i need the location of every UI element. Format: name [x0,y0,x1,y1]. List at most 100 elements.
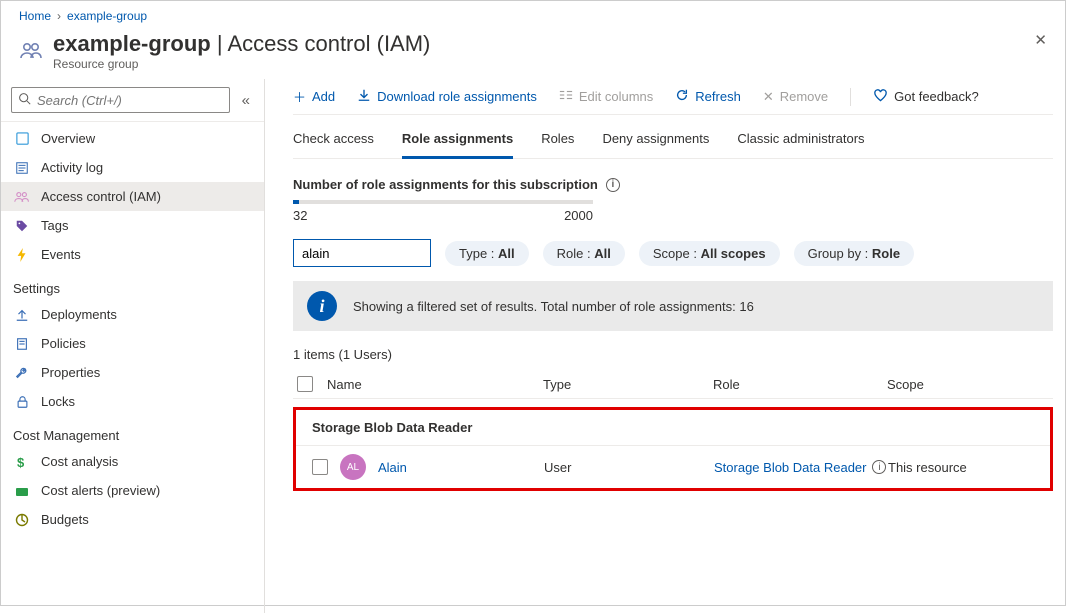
toolbar-separator [850,88,851,106]
columns-icon [559,89,573,104]
alert-icon [13,484,31,498]
sidebar-item-budgets[interactable]: Budgets [1,505,264,534]
title-section: Access control (IAM) [227,31,430,56]
btn-label: Edit columns [579,89,653,104]
download-icon [357,88,371,105]
sidebar-search-input[interactable] [37,93,223,108]
sidebar-item-activity-log[interactable]: Activity log [1,153,264,182]
count-min: 32 [293,208,307,223]
info-icon[interactable]: i [606,178,620,192]
sidebar: « Overview Activity log Access control (… [1,79,265,613]
filter-scope[interactable]: Scope : All scopes [639,241,780,266]
log-icon [13,161,31,175]
col-type[interactable]: Type [543,377,713,392]
sidebar-item-events[interactable]: Events [1,240,264,269]
plus-icon: ＋ [293,87,306,106]
nav-label: Locks [41,394,75,409]
nav-label: Events [41,247,81,262]
btn-label: Got feedback? [894,89,979,104]
sidebar-item-locks[interactable]: Locks [1,387,264,416]
items-summary: 1 items (1 Users) [293,331,1053,370]
info-banner: i Showing a filtered set of results. Tot… [293,281,1053,331]
row-checkbox[interactable] [312,459,328,475]
nav-label: Deployments [41,307,117,322]
count-max: 2000 [564,208,593,223]
collapse-sidebar-button[interactable]: « [238,92,254,109]
tab-deny-assignments[interactable]: Deny assignments [602,131,709,158]
count-title: Number of role assignments for this subs… [293,177,598,192]
assignment-count: Number of role assignments for this subs… [293,159,1053,233]
row-role-link[interactable]: Storage Blob Data Reader [714,460,866,475]
select-all-checkbox[interactable] [297,376,313,392]
role-group-header: Storage Blob Data Reader [296,410,1050,446]
table-row[interactable]: AL Alain User Storage Blob Data Reader i… [296,446,1050,488]
filter-type[interactable]: Type : All [445,241,529,266]
btn-label: Add [312,89,335,104]
nav-label: Activity log [41,160,103,175]
filter-search-input[interactable] [293,239,431,267]
group-icon [19,38,43,65]
table-header: Name Type Role Scope [293,370,1053,399]
banner-text: Showing a filtered set of results. Total… [353,299,754,314]
breadcrumb: Home › example-group [1,1,1065,25]
sidebar-item-overview[interactable]: Overview [1,124,264,153]
nav-label: Tags [41,218,68,233]
filter-groupby[interactable]: Group by : Role [794,241,914,266]
breadcrumb-home[interactable]: Home [19,9,51,23]
remove-button: ✕ Remove [763,89,828,105]
search-icon [18,92,31,108]
tab-roles[interactable]: Roles [541,131,574,158]
highlighted-result: Storage Blob Data Reader AL Alain User S… [293,407,1053,491]
row-name-link[interactable]: Alain [378,460,407,475]
sidebar-item-properties[interactable]: Properties [1,358,264,387]
btn-label: Refresh [695,89,741,104]
nav-label: Properties [41,365,100,380]
dollar-icon: $ [13,455,31,469]
row-scope: This resource [888,460,1034,475]
upload-icon [13,308,31,322]
tab-role-assignments[interactable]: Role assignments [402,131,513,159]
sidebar-section-cost: Cost Management [1,416,264,447]
nav-label: Cost analysis [41,454,118,469]
info-icon[interactable]: i [872,460,886,474]
col-name[interactable]: Name [313,377,543,392]
close-button[interactable]: ✕ [1034,31,1047,49]
page-title: example-group | Access control (IAM) [53,31,430,57]
sidebar-search[interactable] [11,87,230,113]
info-circle-icon: i [307,291,337,321]
filters: Type : All Role : All Scope : All scopes… [293,233,1053,281]
nav-label: Access control (IAM) [41,189,161,204]
col-scope[interactable]: Scope [887,377,1049,392]
nav-label: Budgets [41,512,89,527]
refresh-button[interactable]: Refresh [675,88,741,105]
x-icon: ✕ [763,89,774,105]
sidebar-item-cost-analysis[interactable]: $ Cost analysis [1,447,264,476]
page-header: example-group | Access control (IAM) Res… [1,25,1065,79]
sidebar-item-tags[interactable]: Tags [1,211,264,240]
nav-label: Policies [41,336,86,351]
add-button[interactable]: ＋ Add [293,87,335,106]
col-role[interactable]: Role [713,377,887,392]
breadcrumb-group[interactable]: example-group [67,9,147,23]
main-panel: ＋ Add Download role assignments Edit col… [265,79,1065,613]
toolbar: ＋ Add Download role assignments Edit col… [293,79,1053,115]
sidebar-item-deployments[interactable]: Deployments [1,300,264,329]
download-button[interactable]: Download role assignments [357,88,537,105]
filter-role[interactable]: Role : All [543,241,625,266]
tab-check-access[interactable]: Check access [293,131,374,158]
sidebar-item-access-control[interactable]: Access control (IAM) [1,182,264,211]
sidebar-item-cost-alerts[interactable]: Cost alerts (preview) [1,476,264,505]
feedback-button[interactable]: Got feedback? [873,88,979,105]
chevron-right-icon: › [57,9,61,23]
tag-icon [13,219,31,233]
sidebar-section-settings: Settings [1,269,264,300]
btn-label: Download role assignments [377,89,537,104]
sidebar-item-policies[interactable]: Policies [1,329,264,358]
lock-icon [13,395,31,409]
count-bar [293,200,593,204]
tab-classic-admins[interactable]: Classic administrators [737,131,864,158]
cube-icon [13,131,31,146]
policy-icon [13,337,31,351]
bolt-icon [13,248,31,262]
refresh-icon [675,88,689,105]
